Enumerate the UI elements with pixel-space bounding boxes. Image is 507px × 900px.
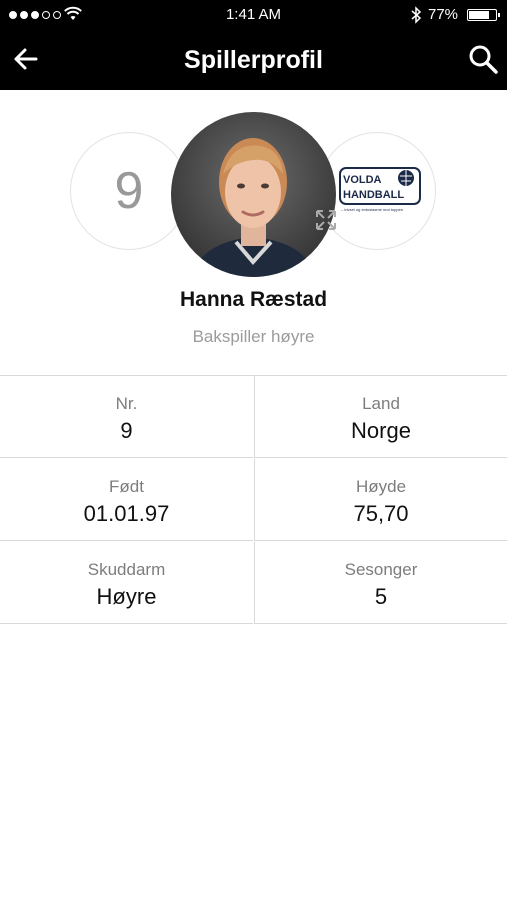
stat-label: Sesonger — [344, 560, 418, 579]
stat-label: Høyde — [355, 477, 407, 496]
bluetooth-icon — [411, 6, 422, 24]
player-photo-image — [191, 138, 316, 277]
stats-grid: Nr. 9 Land Norge Født 01.01.97 Høyde 75,… — [0, 375, 507, 626]
stat-value: Høyre — [96, 584, 157, 609]
expand-icon[interactable] — [314, 208, 338, 232]
club-logo: VOLDA HANDBALL – trivsel og entusiasme m… — [339, 167, 421, 212]
club-logo-tagline: – trivsel og entusiasme mot toppen — [341, 207, 403, 212]
stat-value: 75,70 — [353, 501, 409, 526]
stat-label: Født — [109, 477, 144, 496]
player-profile-header: 9 VOLDA HANDBALL – trivsel og entusiasme… — [0, 90, 507, 375]
battery-percent: 77% — [428, 6, 459, 23]
player-position: Bakspiller høyre — [192, 327, 315, 346]
stat-value: 5 — [374, 584, 388, 609]
battery-icon — [467, 9, 500, 21]
stat-shooting-arm: Skuddarm Høyre — [0, 542, 253, 624]
stat-value: 9 — [120, 418, 133, 443]
stat-seasons: Sesonger 5 — [254, 542, 507, 624]
club-logo-line1: VOLDA — [343, 174, 382, 186]
stat-value: 01.01.97 — [83, 501, 170, 526]
stat-height: Høyde 75,70 — [254, 459, 507, 541]
stat-label: Skuddarm — [87, 560, 166, 579]
stat-born: Født 01.01.97 — [0, 459, 253, 541]
stat-value: Norge — [351, 418, 411, 443]
stat-country: Land Norge — [254, 376, 507, 458]
stat-label: Land — [362, 394, 400, 413]
stat-number: Nr. 9 — [0, 376, 253, 458]
page-title: Spillerprofil — [184, 46, 323, 74]
stat-label: Nr. — [115, 394, 138, 413]
club-logo-line2: HANDBALL — [343, 189, 404, 201]
nav-bar: Spillerprofil — [0, 30, 507, 90]
player-photo[interactable] — [171, 112, 336, 277]
search-icon[interactable] — [466, 42, 500, 76]
player-name: Hanna Ræstad — [179, 288, 328, 311]
status-bar: 1:41 AM 77% — [0, 0, 507, 30]
